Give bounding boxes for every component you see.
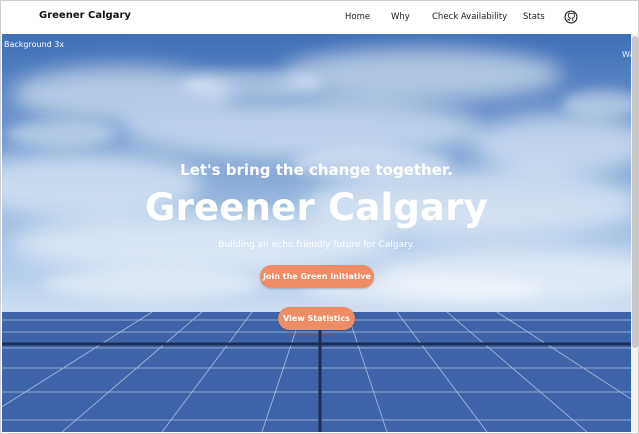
scrollbar-thumb[interactable] [632,36,638,348]
solar-panels-background [2,312,631,432]
nav-stats-link[interactable]: Stats [523,12,545,22]
scrollbar[interactable] [631,34,638,432]
page: Greener Calgary Home Why Check Availabil… [0,0,639,434]
nav-home-link[interactable]: Home [345,12,370,22]
nav-why-link[interactable]: Why [391,12,410,22]
hero-subtitle: Building an echo friendly future for Cal… [218,240,415,250]
github-icon[interactable] [564,10,578,24]
hero-title: Greener Calgary [145,186,488,229]
hero-tagline: Let's bring the change together. [180,161,453,179]
background-label: Background 3x [4,40,65,49]
nav-check-availability-link[interactable]: Check Availability [432,12,507,22]
navbar: Greener Calgary Home Why Check Availabil… [1,1,638,34]
brand-logo[interactable]: Greener Calgary [39,10,131,21]
hero-section: Background 3x Wa Let's bring the change … [2,34,631,432]
cut-off-text: Wa [622,50,631,59]
join-green-initiative-button[interactable]: Join the Green Initiative [260,265,374,288]
view-statistics-button[interactable]: View Statistics [278,307,355,330]
